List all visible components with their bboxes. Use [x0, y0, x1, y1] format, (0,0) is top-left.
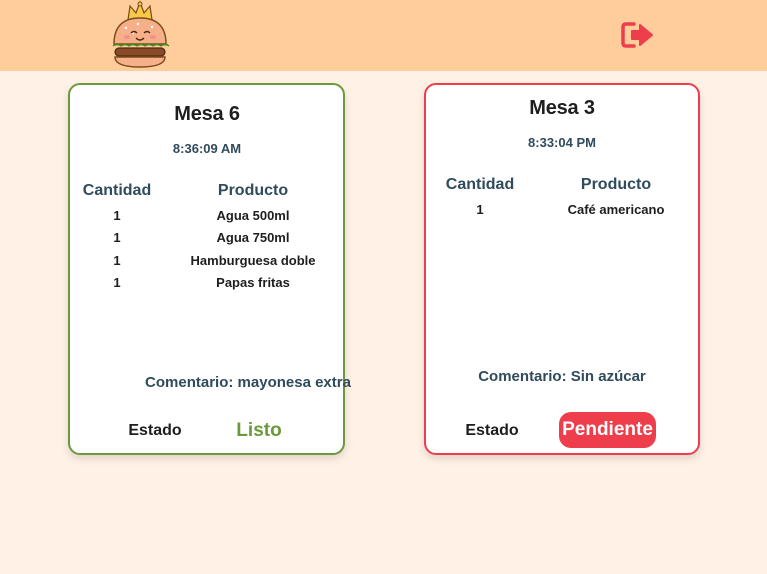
quantity-column-header: Cantidad [82, 182, 152, 199]
burger-mascot-logo-icon [112, 0, 170, 68]
status-label: Estado [465, 422, 519, 439]
product-column-header: Producto [580, 176, 652, 193]
item-product: Hamburguesa doble [190, 253, 316, 268]
order-card-mesa-6: Mesa 6 8:36:09 AM Cantidad Producto 1 Ag… [68, 83, 351, 455]
item-product: Agua 750ml [216, 230, 290, 245]
item-quantity: 1 [113, 275, 121, 290]
item-product: Agua 500ml [216, 208, 290, 223]
item-product: Café americano [567, 202, 665, 217]
order-time: 8:36:09 AM [172, 141, 242, 156]
item-quantity: 1 [476, 202, 484, 217]
order-comment: Comentario: Sin azúcar [478, 368, 646, 385]
logout-icon[interactable] [620, 20, 656, 50]
order-title: Mesa 6 [174, 103, 240, 125]
order-title: Mesa 3 [529, 97, 595, 119]
item-quantity: 1 [113, 230, 121, 245]
product-column-header: Producto [217, 182, 289, 199]
item-quantity: 1 [113, 253, 121, 268]
status-label: Estado [128, 422, 182, 439]
top-bar [0, 0, 767, 71]
order-card-mesa-3: Mesa 3 8:33:04 PM Cantidad Producto 1 Ca… [424, 83, 700, 455]
order-comment: Comentario: mayonesa extra [145, 374, 351, 391]
order-time: 8:33:04 PM [528, 135, 596, 150]
status-badge-pending[interactable]: Pendiente [559, 412, 656, 448]
status-badge-ready[interactable]: Listo [236, 420, 281, 442]
quantity-column-header: Cantidad [445, 176, 515, 193]
item-quantity: 1 [113, 208, 121, 223]
item-product: Papas fritas [216, 275, 290, 290]
